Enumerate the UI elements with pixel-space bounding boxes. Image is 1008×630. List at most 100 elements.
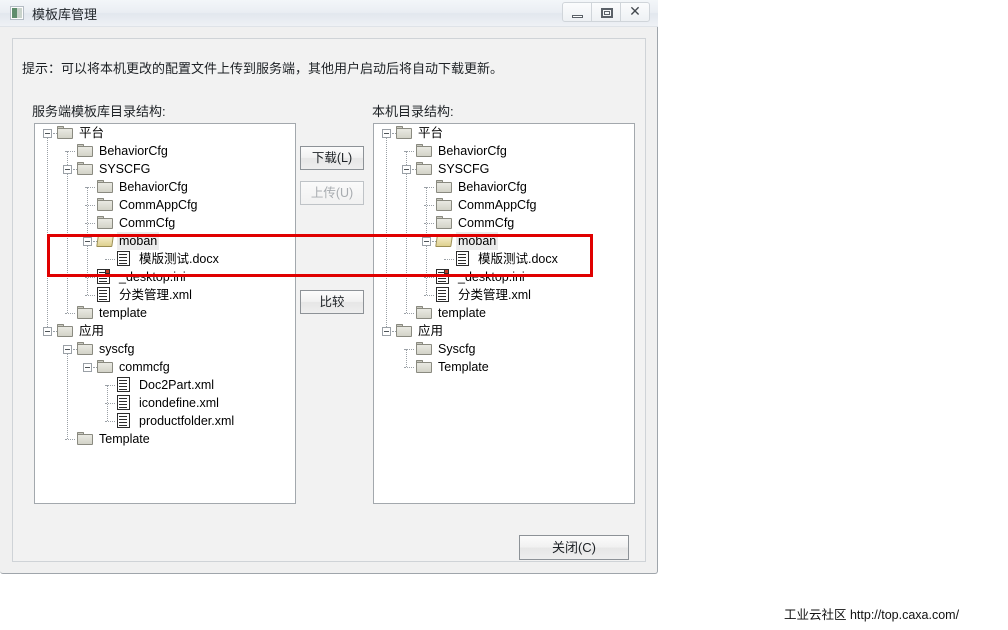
tree-node[interactable]: commcfg [35,358,295,376]
tree-node[interactable]: BehaviorCfg [374,178,634,196]
tree-node[interactable]: Doc2Part.xml [35,376,295,394]
maximize-icon [601,8,613,18]
tree-node[interactable]: productfolder.xml [35,412,295,430]
tree-node[interactable]: BehaviorCfg [35,142,295,160]
tree-node-label: 分类管理.xml [458,288,531,302]
tree-node[interactable]: BehaviorCfg [35,178,295,196]
tree-expander-icon[interactable] [43,327,52,336]
tree-node-label: 平台 [79,126,105,140]
tree-connector [85,187,95,189]
close-button[interactable]: ✕ [620,2,650,22]
tree-connector [85,277,95,279]
local-tree[interactable]: 平台 BehaviorCfg SYSCFG BehaviorCfg CommAppCfg… [374,124,634,374]
folder-icon [77,144,93,157]
window-title: 模板库管理 [32,7,98,22]
tree-node-label: CommAppCfg [458,198,537,212]
tree-node[interactable]: 平台 [374,124,634,142]
tree-expander-icon[interactable] [43,129,52,138]
tree-node-label: 平台 [418,126,444,140]
tree-node[interactable]: 模版测试.docx [35,250,295,268]
folder-icon [396,324,412,337]
tree-expander-icon[interactable] [382,327,391,336]
folder-icon [77,306,93,319]
folder-icon [77,342,93,355]
tree-node[interactable]: Template [374,358,634,376]
tree-connector [85,295,95,297]
tree-expander-icon[interactable] [63,345,72,354]
tree-node-label: Template [99,432,150,446]
server-tree-panel[interactable]: 平台 BehaviorCfg SYSCFG BehaviorCfg CommAppCfg… [34,123,296,504]
tree-connector [85,223,95,225]
tree-connector [424,205,434,207]
tree-node-label: CommCfg [119,216,176,230]
tree-node[interactable]: CommAppCfg [374,196,634,214]
folder-icon [77,162,93,175]
tree-connector [65,151,75,153]
template-library-dialog: 模板库管理 ✕ 提示：可以将本机更改的配置文件上传到服务端，其他用户启动后将自动… [0,0,658,574]
tree-node-label: template [438,306,486,320]
folder-icon [97,198,113,211]
watermark-text: 工业云社区 http://top.caxa.com/ [784,608,960,622]
tree-expander-icon[interactable] [63,165,72,174]
tree-node-label: Syscfg [438,342,476,356]
tree-node[interactable]: CommCfg [374,214,634,232]
tree-node-label: BehaviorCfg [438,144,507,158]
tree-connector [404,313,414,315]
tree-node[interactable]: template [35,304,295,322]
tree-node[interactable]: moban [374,232,634,250]
app-icon [10,6,24,20]
tree-node[interactable]: _desktop.ini [35,268,295,286]
title-bar[interactable]: 模板库管理 ✕ [0,0,658,27]
tree-node[interactable]: 分类管理.xml [35,286,295,304]
local-tree-panel[interactable]: 平台 BehaviorCfg SYSCFG BehaviorCfg CommAppCfg… [373,123,635,504]
tree-node[interactable]: 模版测试.docx [374,250,634,268]
tree-node[interactable]: CommAppCfg [35,196,295,214]
tree-node[interactable]: BehaviorCfg [374,142,634,160]
tree-expander-icon[interactable] [83,363,92,372]
tree-node[interactable]: 平台 [35,124,295,142]
tree-node[interactable]: syscfg [35,340,295,358]
tree-node[interactable]: SYSCFG [374,160,634,178]
tree-node-label: 模版测试.docx [139,252,219,266]
tree-node[interactable]: 分类管理.xml [374,286,634,304]
folder-icon [57,126,73,139]
tree-expander-icon[interactable] [422,237,431,246]
tree-connector [105,385,115,387]
tree-node-label: BehaviorCfg [119,180,188,194]
tree-node[interactable]: moban [35,232,295,250]
tree-expander-icon[interactable] [402,165,411,174]
tree-node[interactable]: icondefine.xml [35,394,295,412]
close-dialog-button[interactable]: 关闭(C) [519,535,629,560]
folder-icon [77,432,93,445]
tree-connector [105,421,115,423]
compare-button[interactable]: 比较 [300,290,364,314]
minimize-button[interactable] [562,2,592,22]
tree-connector [65,313,75,315]
folder-icon [57,324,73,337]
tree-connector [424,277,434,279]
maximize-button[interactable] [591,2,621,22]
file-icon [456,251,469,266]
folder-icon [97,360,113,373]
minimize-icon [572,15,583,18]
tree-node[interactable]: Syscfg [374,340,634,358]
tree-expander-icon[interactable] [83,237,92,246]
folder-icon [97,180,113,193]
tree-node-label: Template [438,360,489,374]
file-icon [117,395,130,410]
tree-node[interactable]: 应用 [35,322,295,340]
tree-node[interactable]: SYSCFG [35,160,295,178]
file-ini-icon [436,269,449,284]
tree-node[interactable]: CommCfg [35,214,295,232]
tree-node[interactable]: _desktop.ini [374,268,634,286]
server-tree[interactable]: 平台 BehaviorCfg SYSCFG BehaviorCfg CommAppCfg… [35,124,295,446]
upload-button[interactable]: 上传(U) [300,181,364,205]
tree-node-label: SYSCFG [99,162,151,176]
tree-expander-icon[interactable] [382,129,391,138]
tree-node[interactable]: template [374,304,634,322]
tree-node[interactable]: Template [35,430,295,448]
window-controls: ✕ [562,2,650,22]
download-button[interactable]: 下载(L) [300,146,364,170]
folder-icon [436,198,452,211]
tree-node[interactable]: 应用 [374,322,634,340]
